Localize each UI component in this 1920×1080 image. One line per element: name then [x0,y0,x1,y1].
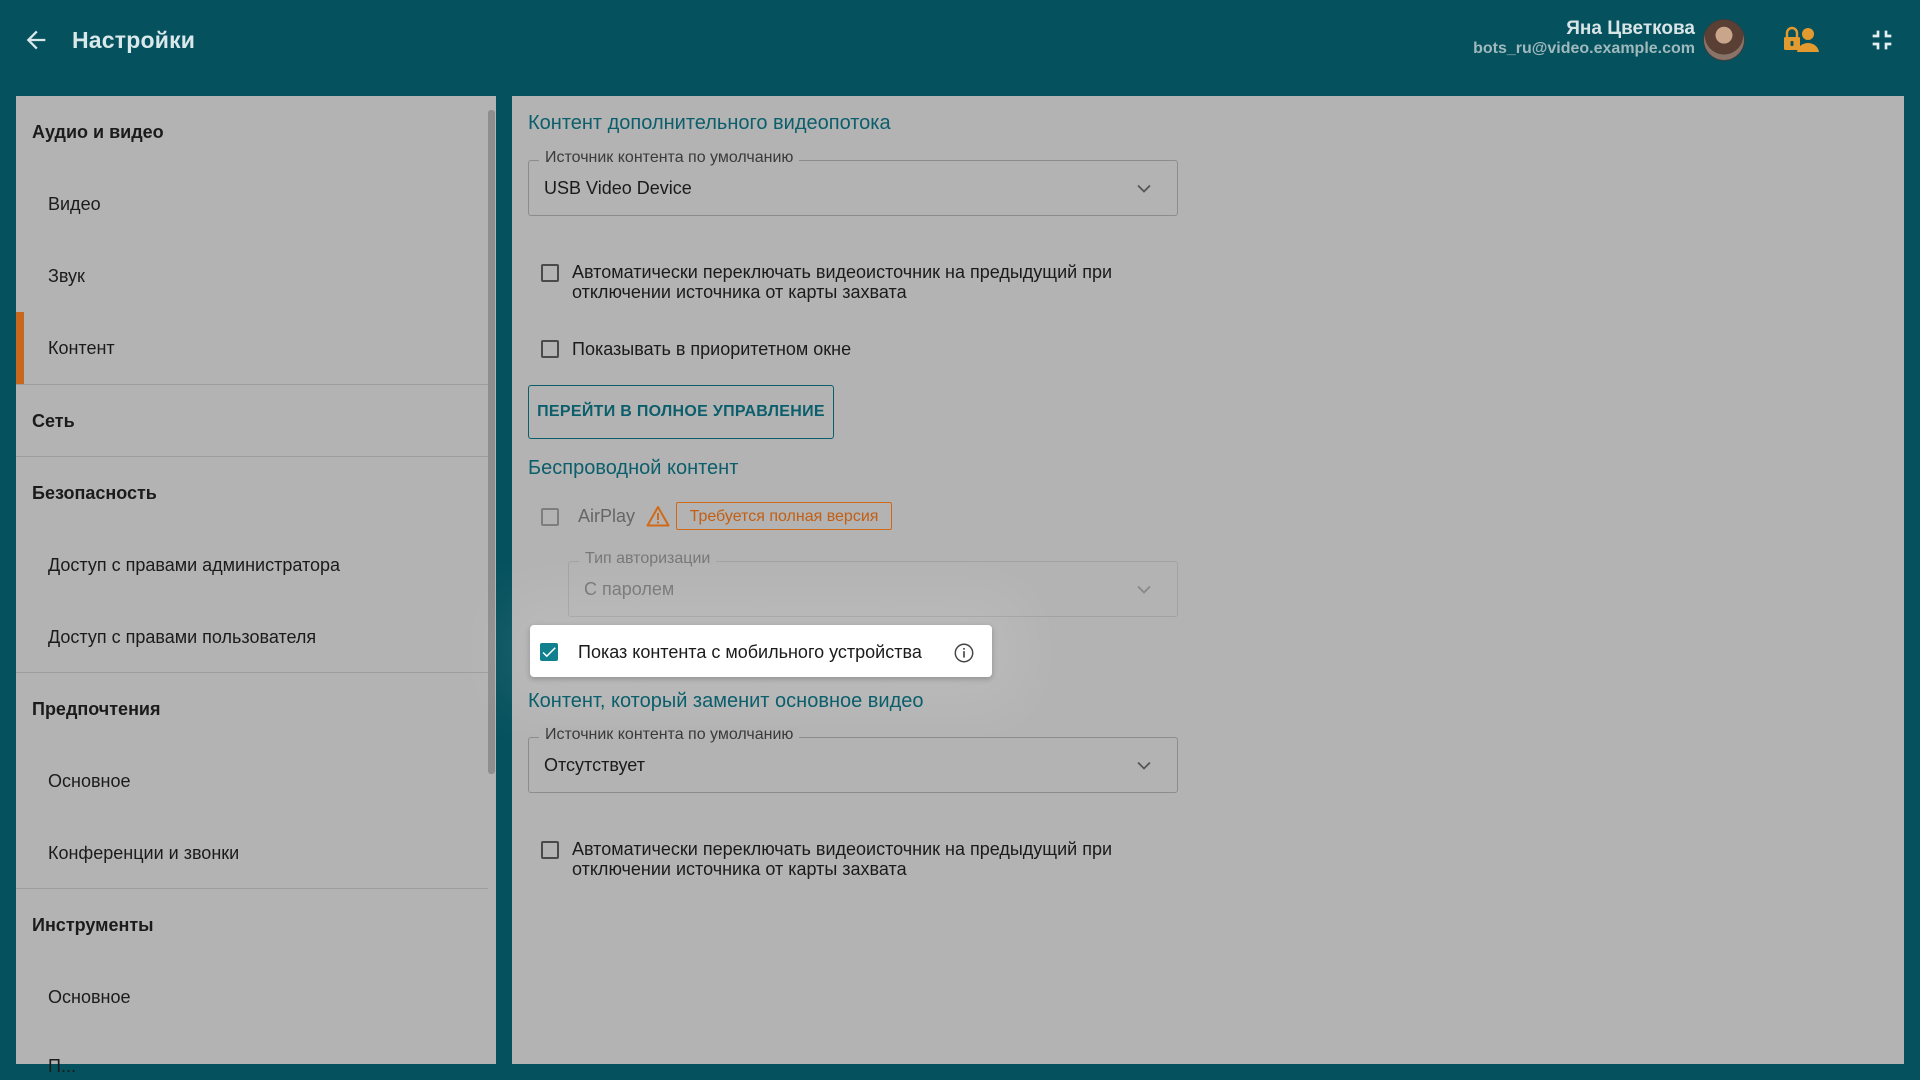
sidebar-scrollbar[interactable] [488,110,495,774]
select-label: Источник контента по умолчанию [539,149,800,167]
select-label: Источник контента по умолчанию [539,726,800,744]
info-icon[interactable] [953,642,975,664]
sidebar-item-tools-more[interactable]: П... [48,1056,76,1077]
checkmark-icon [542,647,556,658]
back-button[interactable] [20,24,52,56]
avatar[interactable] [1703,19,1745,61]
sidebar-item-video[interactable]: Видео [48,194,101,215]
priority-window-label: Показывать в приоритетном окне [572,339,852,359]
replace-source-select[interactable]: Источник контента по умолчанию Отсутству… [528,726,1178,793]
sidebar-heading-network[interactable]: Сеть [32,411,75,432]
sidebar-heading-preferences[interactable]: Предпочтения [32,699,161,720]
sidebar-heading-security[interactable]: Безопасность [32,483,157,504]
chevron-down-icon [1137,761,1151,770]
section-title-replace-main: Контент, который заменит основное видео [528,690,924,712]
section-title-secondary-stream: Контент дополнительного видеопотока [528,112,891,134]
full-version-required-badge: Требуется полная версия [676,502,892,530]
user-name: Яна Цветкова [1566,18,1695,39]
auto-switch-checkbox[interactable] [541,264,559,282]
auto-switch-label: Автоматически переключать видеоисточник … [572,262,1113,302]
sidebar-item-sound[interactable]: Звук [48,266,85,287]
priority-window-checkbox[interactable] [541,340,559,358]
sidebar-item-general[interactable]: Основное [48,771,130,792]
sidebar-item-user-access[interactable]: Доступ с правами пользователя [48,627,316,648]
collapse-icon [1872,30,1892,50]
select-value: Отсутствует [544,755,645,775]
user-email: bots_ru@video.example.com [1473,40,1695,57]
sidebar-divider [16,384,488,385]
sidebar-heading-tools[interactable]: Инструменты [32,915,154,936]
section-title-wireless: Беспроводной контент [528,457,739,479]
secondary-source-select[interactable]: Источник контента по умолчанию USB Video… [528,149,1178,216]
arrow-left-icon [26,30,46,50]
select-value: С паролем [584,579,675,599]
sidebar-divider [16,456,488,457]
mobile-content-checkbox[interactable] [540,643,558,661]
sidebar-divider [16,888,488,889]
active-item-marker [16,312,24,384]
select-value: USB Video Device [544,178,692,198]
collapse-button[interactable] [1866,24,1898,56]
full-control-button[interactable]: ПЕРЕЙТИ В ПОЛНОЕ УПРАВЛЕНИЕ [528,385,834,439]
select-label: Тип авторизации [579,550,717,568]
replace-auto-switch-checkbox[interactable] [541,841,559,859]
sidebar-heading-audio-video[interactable]: Аудио и видео [32,122,164,143]
page-title: Настройки [72,27,196,53]
lock-user-icon [1784,26,1819,52]
airplay-checkbox[interactable] [541,508,559,526]
chevron-down-icon [1137,585,1151,594]
sidebar-item-conferences-calls[interactable]: Конференции и звонки [48,843,239,864]
sidebar-item-content[interactable]: Контент [48,338,115,359]
sidebar-divider [16,672,488,673]
chevron-down-icon [1137,184,1151,193]
warning-icon [646,506,670,527]
sidebar-item-admin-access[interactable]: Доступ с правами администратора [48,555,340,576]
lock-user-button[interactable] [1782,22,1822,58]
airplay-label: AirPlay [578,506,636,526]
replace-auto-switch-label: Автоматически переключать видеоисточник … [572,839,1113,879]
user-info: Яна Цветкова bots_ru@video.example.com [1473,19,1695,59]
sidebar-item-tools-general[interactable]: Основное [48,987,130,1008]
auth-type-select[interactable]: Тип авторизации С паролем [568,550,1178,617]
mobile-content-label: Показ контента с мобильного устройства [578,642,922,662]
